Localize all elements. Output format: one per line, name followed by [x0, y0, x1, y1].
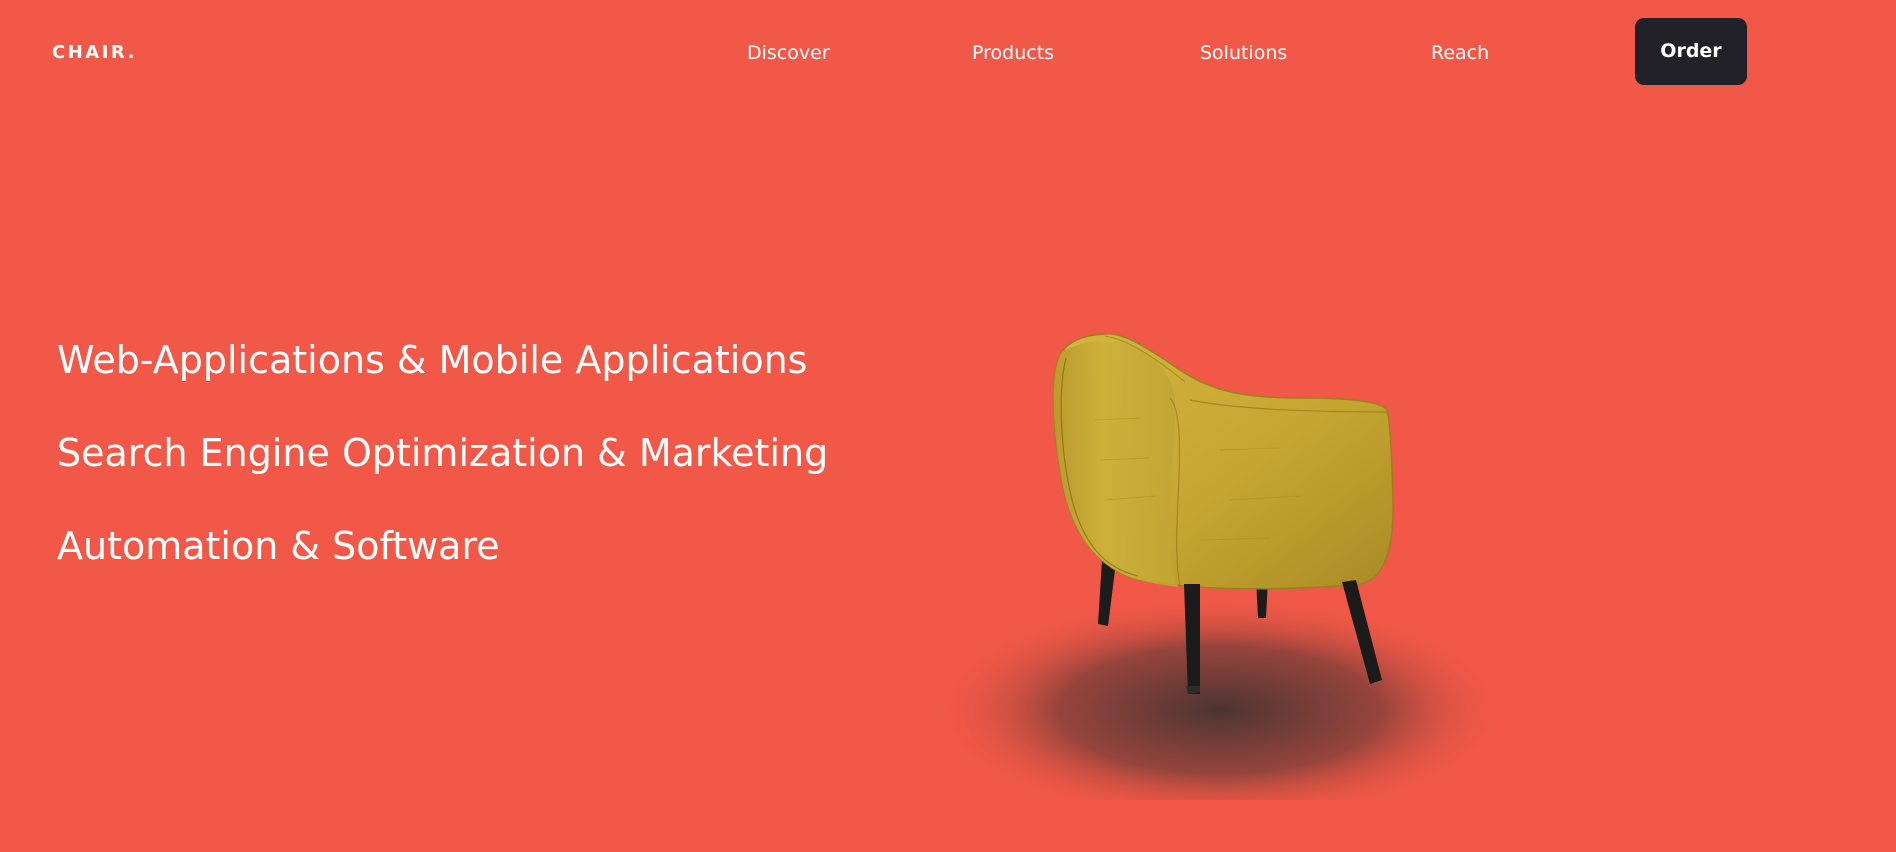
nav-link-products[interactable]: Products: [972, 41, 1054, 65]
hero-line-automation: Automation & Software: [57, 524, 500, 568]
brand-logo[interactable]: CHAIR.: [52, 41, 137, 65]
nav-link-discover[interactable]: Discover: [747, 41, 830, 65]
nav-link-reach[interactable]: Reach: [1431, 41, 1489, 65]
armchair-illustration: [900, 300, 1520, 800]
nav-link-solutions[interactable]: Solutions: [1200, 41, 1287, 65]
hero-line-seo: Search Engine Optimization & Marketing: [57, 431, 829, 475]
order-button[interactable]: Order: [1635, 18, 1747, 85]
hero-line-web-apps: Web-Applications & Mobile Applications: [57, 338, 808, 382]
top-navigation: CHAIR. Discover Products Solutions Reach…: [0, 0, 1896, 106]
chair-shadow: [930, 595, 1510, 800]
